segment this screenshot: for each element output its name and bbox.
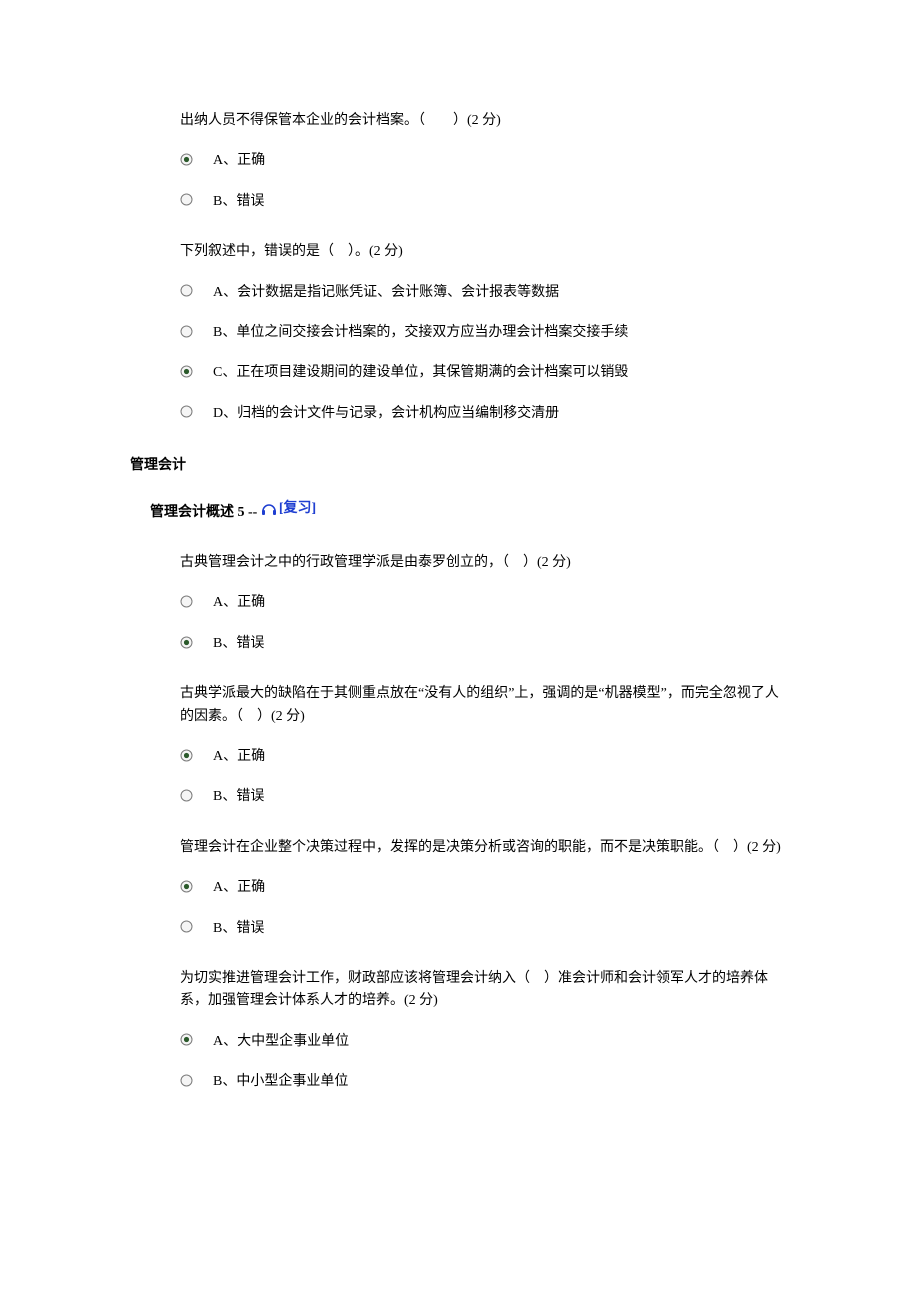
subsection-title: 管理会计概述 5 bbox=[150, 505, 245, 520]
question-text: 管理会计在企业整个决策过程中，发挥的是决策分析或咨询的职能，而不是决策职能。（ … bbox=[180, 837, 790, 859]
headphones-icon bbox=[261, 502, 277, 516]
option-label: B、中小型企事业单位 bbox=[213, 1067, 348, 1093]
question-text: 下列叙述中，错误的是（ ）。(2 分) bbox=[180, 241, 790, 263]
radio-unselected-icon[interactable] bbox=[180, 1074, 193, 1087]
option-b: B、错误 bbox=[180, 782, 790, 808]
radio-unselected-icon[interactable] bbox=[180, 325, 193, 338]
radio-selected-icon[interactable] bbox=[180, 365, 193, 378]
question-s1-q1: 出纳人员不得保管本企业的会计档案。（ ）(2 分) A、正确 B、错误 bbox=[130, 110, 790, 213]
option-label: B、错误 bbox=[213, 782, 264, 808]
radio-unselected-icon[interactable] bbox=[180, 284, 193, 297]
review-link[interactable]: [复习] bbox=[261, 498, 316, 520]
option-b: B、中小型企事业单位 bbox=[180, 1067, 790, 1093]
question-s1-q2: 下列叙述中，错误的是（ ）。(2 分) A、会计数据是指记账凭证、会计账簿、会计… bbox=[130, 241, 790, 425]
question-s2-q1: 古典管理会计之中的行政管理学派是由泰罗创立的，（ ）(2 分) A、正确 B、错… bbox=[130, 552, 790, 655]
option-label: A、正确 bbox=[213, 873, 265, 899]
option-label: B、错误 bbox=[213, 187, 264, 213]
question-s2-q2: 古典学派最大的缺陷在于其侧重点放在“没有人的组织”上，强调的是“机器模型”，而完… bbox=[130, 683, 790, 809]
option-label: B、单位之间交接会计档案的，交接双方应当办理会计档案交接手续 bbox=[213, 318, 628, 344]
radio-selected-icon[interactable] bbox=[180, 1033, 193, 1046]
option-label: A、正确 bbox=[213, 742, 265, 768]
radio-selected-icon[interactable] bbox=[180, 153, 193, 166]
option-a: A、正确 bbox=[180, 588, 790, 614]
subsection-header: 管理会计概述 5 -- [复习] bbox=[150, 498, 790, 525]
option-label: A、正确 bbox=[213, 146, 265, 172]
option-a: A、正确 bbox=[180, 146, 790, 172]
radio-selected-icon[interactable] bbox=[180, 749, 193, 762]
option-label: A、会计数据是指记账凭证、会计账簿、会计报表等数据 bbox=[213, 278, 559, 304]
option-b: B、单位之间交接会计档案的，交接双方应当办理会计档案交接手续 bbox=[180, 318, 790, 344]
option-label: A、大中型企事业单位 bbox=[213, 1027, 349, 1053]
review-text: [复习] bbox=[279, 498, 316, 520]
radio-unselected-icon[interactable] bbox=[180, 920, 193, 933]
option-a: A、正确 bbox=[180, 742, 790, 768]
radio-unselected-icon[interactable] bbox=[180, 789, 193, 802]
separator: -- bbox=[245, 505, 261, 520]
radio-unselected-icon[interactable] bbox=[180, 193, 193, 206]
option-d: D、归档的会计文件与记录，会计机构应当编制移交清册 bbox=[180, 399, 790, 425]
option-a: A、会计数据是指记账凭证、会计账簿、会计报表等数据 bbox=[180, 278, 790, 304]
section-heading: 管理会计 bbox=[130, 455, 790, 477]
radio-unselected-icon[interactable] bbox=[180, 405, 193, 418]
question-s2-q3: 管理会计在企业整个决策过程中，发挥的是决策分析或咨询的职能，而不是决策职能。（ … bbox=[130, 837, 790, 940]
option-label: D、归档的会计文件与记录，会计机构应当编制移交清册 bbox=[213, 399, 559, 425]
option-a: A、大中型企事业单位 bbox=[180, 1027, 790, 1053]
radio-selected-icon[interactable] bbox=[180, 880, 193, 893]
radio-unselected-icon[interactable] bbox=[180, 595, 193, 608]
question-text: 古典管理会计之中的行政管理学派是由泰罗创立的，（ ）(2 分) bbox=[180, 552, 790, 574]
option-b: B、错误 bbox=[180, 629, 790, 655]
option-a: A、正确 bbox=[180, 873, 790, 899]
option-b: B、错误 bbox=[180, 187, 790, 213]
question-text: 为切实推进管理会计工作，财政部应该将管理会计纳入（ ）准会计师和会计领军人才的培… bbox=[180, 968, 790, 1013]
option-b: B、错误 bbox=[180, 914, 790, 940]
question-text: 古典学派最大的缺陷在于其侧重点放在“没有人的组织”上，强调的是“机器模型”，而完… bbox=[180, 683, 790, 728]
option-label: B、错误 bbox=[213, 629, 264, 655]
question-s2-q4: 为切实推进管理会计工作，财政部应该将管理会计纳入（ ）准会计师和会计领军人才的培… bbox=[130, 968, 790, 1094]
option-label: B、错误 bbox=[213, 914, 264, 940]
option-label: C、正在项目建设期间的建设单位，其保管期满的会计档案可以销毁 bbox=[213, 358, 628, 384]
option-label: A、正确 bbox=[213, 588, 265, 614]
radio-selected-icon[interactable] bbox=[180, 636, 193, 649]
option-c: C、正在项目建设期间的建设单位，其保管期满的会计档案可以销毁 bbox=[180, 358, 790, 384]
question-text: 出纳人员不得保管本企业的会计档案。（ ）(2 分) bbox=[180, 110, 790, 132]
